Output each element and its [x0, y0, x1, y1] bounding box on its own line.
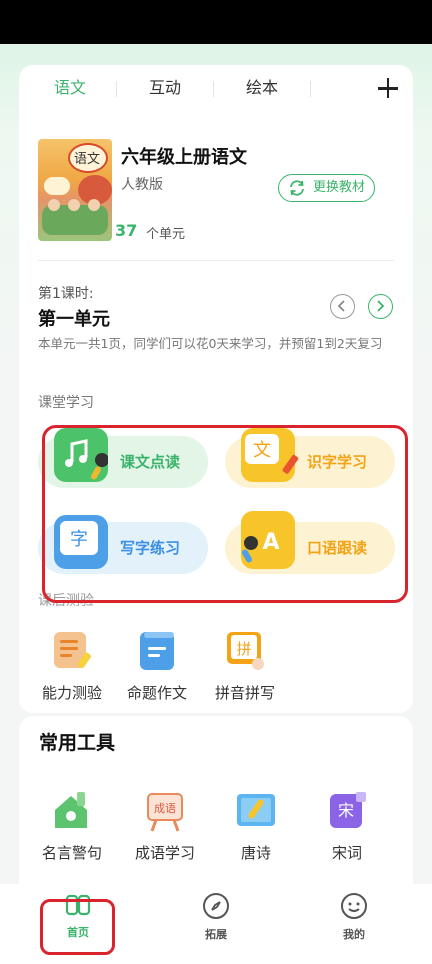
- cover-grade-badge: [44, 177, 70, 195]
- textbook-title: 六年级上册语文: [121, 147, 247, 168]
- house-icon: [51, 790, 93, 832]
- composition-label: 命题作文: [126, 684, 187, 702]
- textbook-cover-image[interactable]: 语文: [38, 139, 112, 241]
- pinyin-spelling-label: 拼音拼写: [214, 684, 275, 702]
- refresh-icon: [290, 180, 304, 196]
- cover-seal-text: 语文: [74, 152, 101, 167]
- ability-test-item[interactable]: 能力测验: [32, 630, 112, 703]
- change-textbook-button[interactable]: 更换教材: [278, 174, 375, 202]
- cover-figure: [68, 199, 80, 211]
- smiley-icon: [341, 893, 367, 919]
- main-card: 语文 互动 绘本 语文 六年级上册语文 人教版 37 个单元 更换教材 第1课时…: [19, 65, 413, 713]
- next-unit-button[interactable]: [368, 294, 393, 319]
- pinyin-board-icon: 拼: [224, 630, 266, 672]
- tang-poetry-label: 唐诗: [240, 844, 271, 862]
- scroll-brush-icon: [235, 790, 277, 832]
- classroom-section-label: 课堂学习: [38, 395, 94, 411]
- nav-profile[interactable]: 我的: [319, 892, 389, 942]
- tab-picture-books[interactable]: 绘本: [229, 65, 295, 111]
- chevron-right-icon: [377, 300, 385, 312]
- chevron-left-icon: [337, 300, 345, 312]
- classroom-highlight-annotation: [42, 425, 408, 603]
- subject-tabs: 语文 互动 绘本: [19, 65, 413, 111]
- notebook-icon: [136, 630, 178, 672]
- unit-count-label: 个单元: [146, 227, 186, 242]
- clipboard-icon: [51, 630, 93, 672]
- cover-figure: [48, 199, 60, 211]
- nav-profile-label: 我的: [343, 928, 365, 941]
- idiom-learning-label: 成语学习: [134, 844, 195, 862]
- change-textbook-label: 更换教材: [313, 180, 366, 195]
- song-lyrics-label: 宋词: [331, 844, 362, 862]
- tab-divider: [213, 81, 214, 97]
- cover-figure: [88, 199, 100, 211]
- nav-explore-label: 拓展: [205, 928, 227, 941]
- tab-interactive[interactable]: 互动: [132, 65, 198, 111]
- song-seal-icon: 宋: [326, 790, 368, 832]
- idiom-learning-item[interactable]: 成语 成语学习: [125, 790, 205, 863]
- status-bar: [0, 0, 432, 44]
- easel-icon: 成语: [144, 790, 186, 832]
- tab-divider: [116, 81, 117, 97]
- unit-count: 37: [115, 221, 138, 240]
- famous-quotes-label: 名言警句: [41, 844, 102, 862]
- pinyin-icon-glyph: 拼: [236, 640, 251, 658]
- tab-chinese[interactable]: 语文: [37, 65, 103, 111]
- song-lyrics-item[interactable]: 宋 宋词: [307, 790, 387, 863]
- unit-description: 本单元一共1页，同学们可以花0天来学习，并预留1到2天复习: [38, 336, 383, 351]
- common-tools-title: 常用工具: [39, 732, 116, 754]
- lesson-label: 第1课时:: [38, 286, 94, 302]
- idiom-icon-glyph: 成语: [154, 802, 176, 815]
- textbook-publisher: 人教版: [121, 177, 163, 193]
- song-icon-glyph: 宋: [338, 801, 354, 820]
- section-divider: [38, 260, 394, 261]
- add-subject-plus-icon[interactable]: [373, 73, 403, 103]
- compass-icon: [203, 893, 229, 919]
- famous-quotes-item[interactable]: 名言警句: [32, 790, 112, 863]
- tab-divider: [310, 81, 311, 97]
- pinyin-spelling-item[interactable]: 拼 拼音拼写: [205, 630, 285, 703]
- unit-title: 第一单元: [38, 309, 110, 330]
- composition-item[interactable]: 命题作文: [117, 630, 197, 703]
- tang-poetry-item[interactable]: 唐诗: [216, 790, 296, 863]
- previous-unit-button[interactable]: [330, 294, 355, 319]
- home-highlight-annotation: [40, 899, 115, 955]
- nav-explore[interactable]: 拓展: [181, 892, 251, 942]
- ability-test-label: 能力测验: [41, 684, 102, 702]
